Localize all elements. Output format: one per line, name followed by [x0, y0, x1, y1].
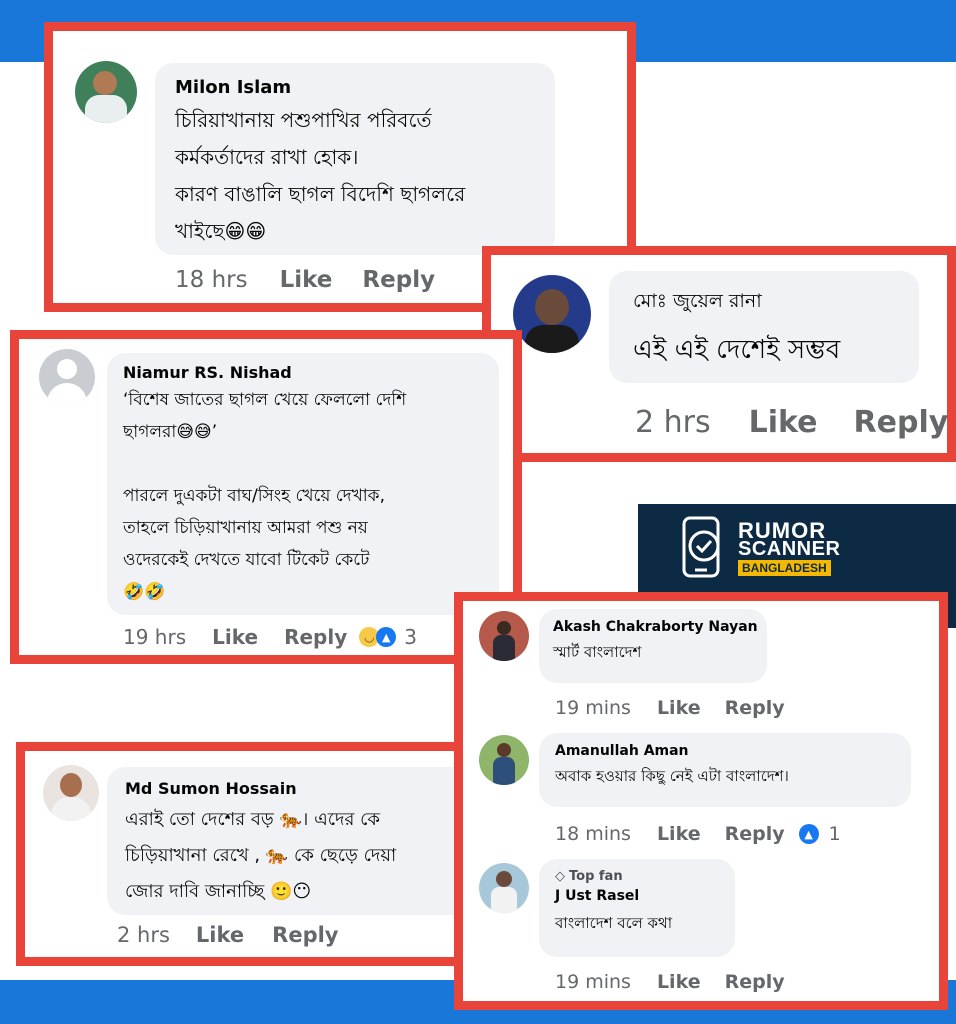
top-fan-label: Top fan: [569, 869, 623, 884]
comment-bubble: মোঃ জুয়েল রানা এই এই দেশেই সম্ভব: [609, 271, 919, 383]
comment-line: তাহলে চিড়িয়াখানায় আমরা পশু নয়: [123, 518, 368, 538]
comment-line: এরাই তো দেশের বড় 🐅। এদের কে: [125, 809, 380, 830]
timestamp[interactable]: 19 mins: [555, 971, 631, 993]
like-button[interactable]: Like: [212, 625, 258, 649]
comment-card-sumon: Md Sumon Hossain এরাই তো দেশের বড় 🐅। এদ…: [16, 742, 507, 966]
comment-line: [123, 448, 483, 480]
author-name[interactable]: Akash Chakraborty Nayan: [553, 619, 758, 635]
author-name[interactable]: মোঃ জুয়েল রানা: [633, 287, 895, 319]
comment-actions: 19 mins Like Reply: [555, 971, 785, 993]
like-button[interactable]: Like: [280, 267, 333, 293]
comment-line: ওদেরকেই দেখতে যাবো টিকেট কেটে: [123, 550, 370, 570]
comment-card-juel: মোঃ জুয়েল রানা এই এই দেশেই সম্ভব 2 hrs …: [482, 246, 956, 462]
comment-bubble: Niamur RS. Nishad ‘বিশেষ জাতের ছাগল খেয়…: [107, 353, 499, 615]
comment-line: খাইছে😁😁: [175, 219, 267, 243]
comment-bubble: ◇ Top fan J Ust Rasel বাংলাদেশ বলে কথা: [539, 859, 735, 957]
logo-line-scanner: SCANNER: [738, 538, 841, 560]
like-button[interactable]: Like: [657, 971, 701, 993]
comment-line: ‘বিশেষ জাতের ছাগল খেয়ে ফেললো দেশি: [123, 390, 407, 410]
comment-bubble: Akash Chakraborty Nayan স্মার্ট বাংলাদেশ: [539, 609, 767, 683]
comment-line: চিড়িয়াখানা রেখে , 🐅 কে ছেড়ে দেয়া: [125, 845, 397, 866]
comment-line: কারণ বাঙালি ছাগল বিদেশি ছাগলরে: [175, 182, 466, 206]
reply-button[interactable]: Reply: [284, 625, 347, 649]
comment-actions: 19 mins Like Reply: [555, 697, 785, 719]
avatar[interactable]: [513, 275, 591, 353]
reaction-summary[interactable]: ◡ ▲ 3: [359, 625, 417, 649]
comment-bubble: Md Sumon Hossain এরাই তো দেশের বড় 🐅। এদ…: [107, 767, 507, 915]
avatar[interactable]: [43, 765, 99, 821]
reaction-count: 3: [404, 625, 417, 649]
comment-actions: 2 hrs Like Reply: [635, 405, 948, 440]
comment-bubble: Amanullah Aman অবাক হওয়ার কিছু নেই এটা …: [539, 733, 911, 807]
comment-text: এই এই দেশেই সম্ভব: [633, 335, 841, 365]
like-button[interactable]: Like: [657, 823, 701, 845]
comment-card-niamur: Niamur RS. Nishad ‘বিশেষ জাতের ছাগল খেয়…: [10, 330, 522, 664]
reply-button[interactable]: Reply: [725, 823, 785, 845]
timestamp[interactable]: 2 hrs: [635, 405, 711, 440]
reply-button[interactable]: Reply: [725, 697, 785, 719]
avatar[interactable]: [479, 611, 529, 661]
logo-line-bangladesh: BANGLADESH: [738, 560, 831, 576]
comment-line: 🤣🤣: [123, 582, 166, 602]
comment-actions: 19 hrs Like Reply ◡ ▲ 3: [123, 625, 417, 649]
comment-text: বাংলাদেশ বলে কথা: [555, 914, 673, 932]
default-avatar-icon[interactable]: [39, 349, 95, 405]
timestamp[interactable]: 19 mins: [555, 697, 631, 719]
comment-text: চিরিয়াখানায় পশুপাখির পরিবর্তে কর্মকর্ত…: [175, 102, 535, 250]
author-name[interactable]: J Ust Rasel: [555, 888, 719, 904]
like-button[interactable]: Like: [749, 405, 818, 440]
like-reaction-icon: ▲: [798, 824, 819, 844]
reply-button[interactable]: Reply: [362, 267, 435, 293]
avatar[interactable]: [75, 61, 137, 123]
comment-line: চিরিয়াখানায় পশুপাখির পরিবর্তে: [175, 108, 432, 132]
like-reaction-icon: ▲: [376, 627, 397, 647]
timestamp[interactable]: 18 hrs: [175, 267, 248, 293]
comment-actions: 2 hrs Like Reply: [117, 923, 339, 947]
top-fan-badge: ◇ Top fan: [555, 869, 719, 884]
comment-line: ছাগলরা😅😅’: [123, 422, 218, 442]
avatar[interactable]: [479, 735, 529, 785]
author-name[interactable]: Amanullah Aman: [555, 743, 895, 759]
top-fan-diamond-icon: ◇: [555, 869, 565, 884]
comment-text: ‘বিশেষ জাতের ছাগল খেয়ে ফেললো দেশি ছাগলর…: [123, 384, 483, 608]
reply-button[interactable]: Reply: [725, 971, 785, 993]
comment-text: এরাই তো দেশের বড় 🐅। এদের কে চিড়িয়াখান…: [125, 802, 489, 910]
avatar[interactable]: [479, 863, 529, 913]
reaction-summary[interactable]: ▲ 1: [798, 823, 841, 845]
like-button[interactable]: Like: [196, 923, 244, 947]
author-name[interactable]: Md Sumon Hossain: [125, 779, 489, 798]
comment-line: কর্মকর্তাদের রাখা হোক।: [175, 145, 359, 169]
comment-line: জোর দাবি জানাচ্ছি 🙂😶: [125, 881, 312, 902]
timestamp[interactable]: 19 hrs: [123, 625, 186, 649]
reply-button[interactable]: Reply: [272, 923, 338, 947]
comment-actions: 18 hrs Like Reply: [175, 267, 435, 293]
author-name[interactable]: Milon Islam: [175, 77, 535, 98]
timestamp[interactable]: 2 hrs: [117, 923, 170, 947]
comment-text: অবাক হওয়ার কিছু নেই এটা বাংলাদেশ।: [555, 767, 789, 785]
reply-button[interactable]: Reply: [854, 405, 949, 440]
like-button[interactable]: Like: [657, 697, 701, 719]
timestamp[interactable]: 18 mins: [555, 823, 631, 845]
reaction-count: 1: [828, 823, 841, 845]
comment-text: স্মার্ট বাংলাদেশ: [553, 643, 642, 661]
phone-check-logo-icon: [682, 516, 720, 578]
comment-actions: 18 mins Like Reply ▲ 1: [555, 823, 841, 845]
comment-line: পারলে দুএকটা বাঘ/সিংহ খেয়ে দেখাক,: [123, 486, 385, 506]
comment-card-thread: Akash Chakraborty Nayan স্মার্ট বাংলাদেশ…: [454, 592, 948, 1010]
comment-bubble: Milon Islam চিরিয়াখানায় পশুপাখির পরিবর…: [155, 63, 555, 255]
author-name[interactable]: Niamur RS. Nishad: [123, 363, 483, 382]
